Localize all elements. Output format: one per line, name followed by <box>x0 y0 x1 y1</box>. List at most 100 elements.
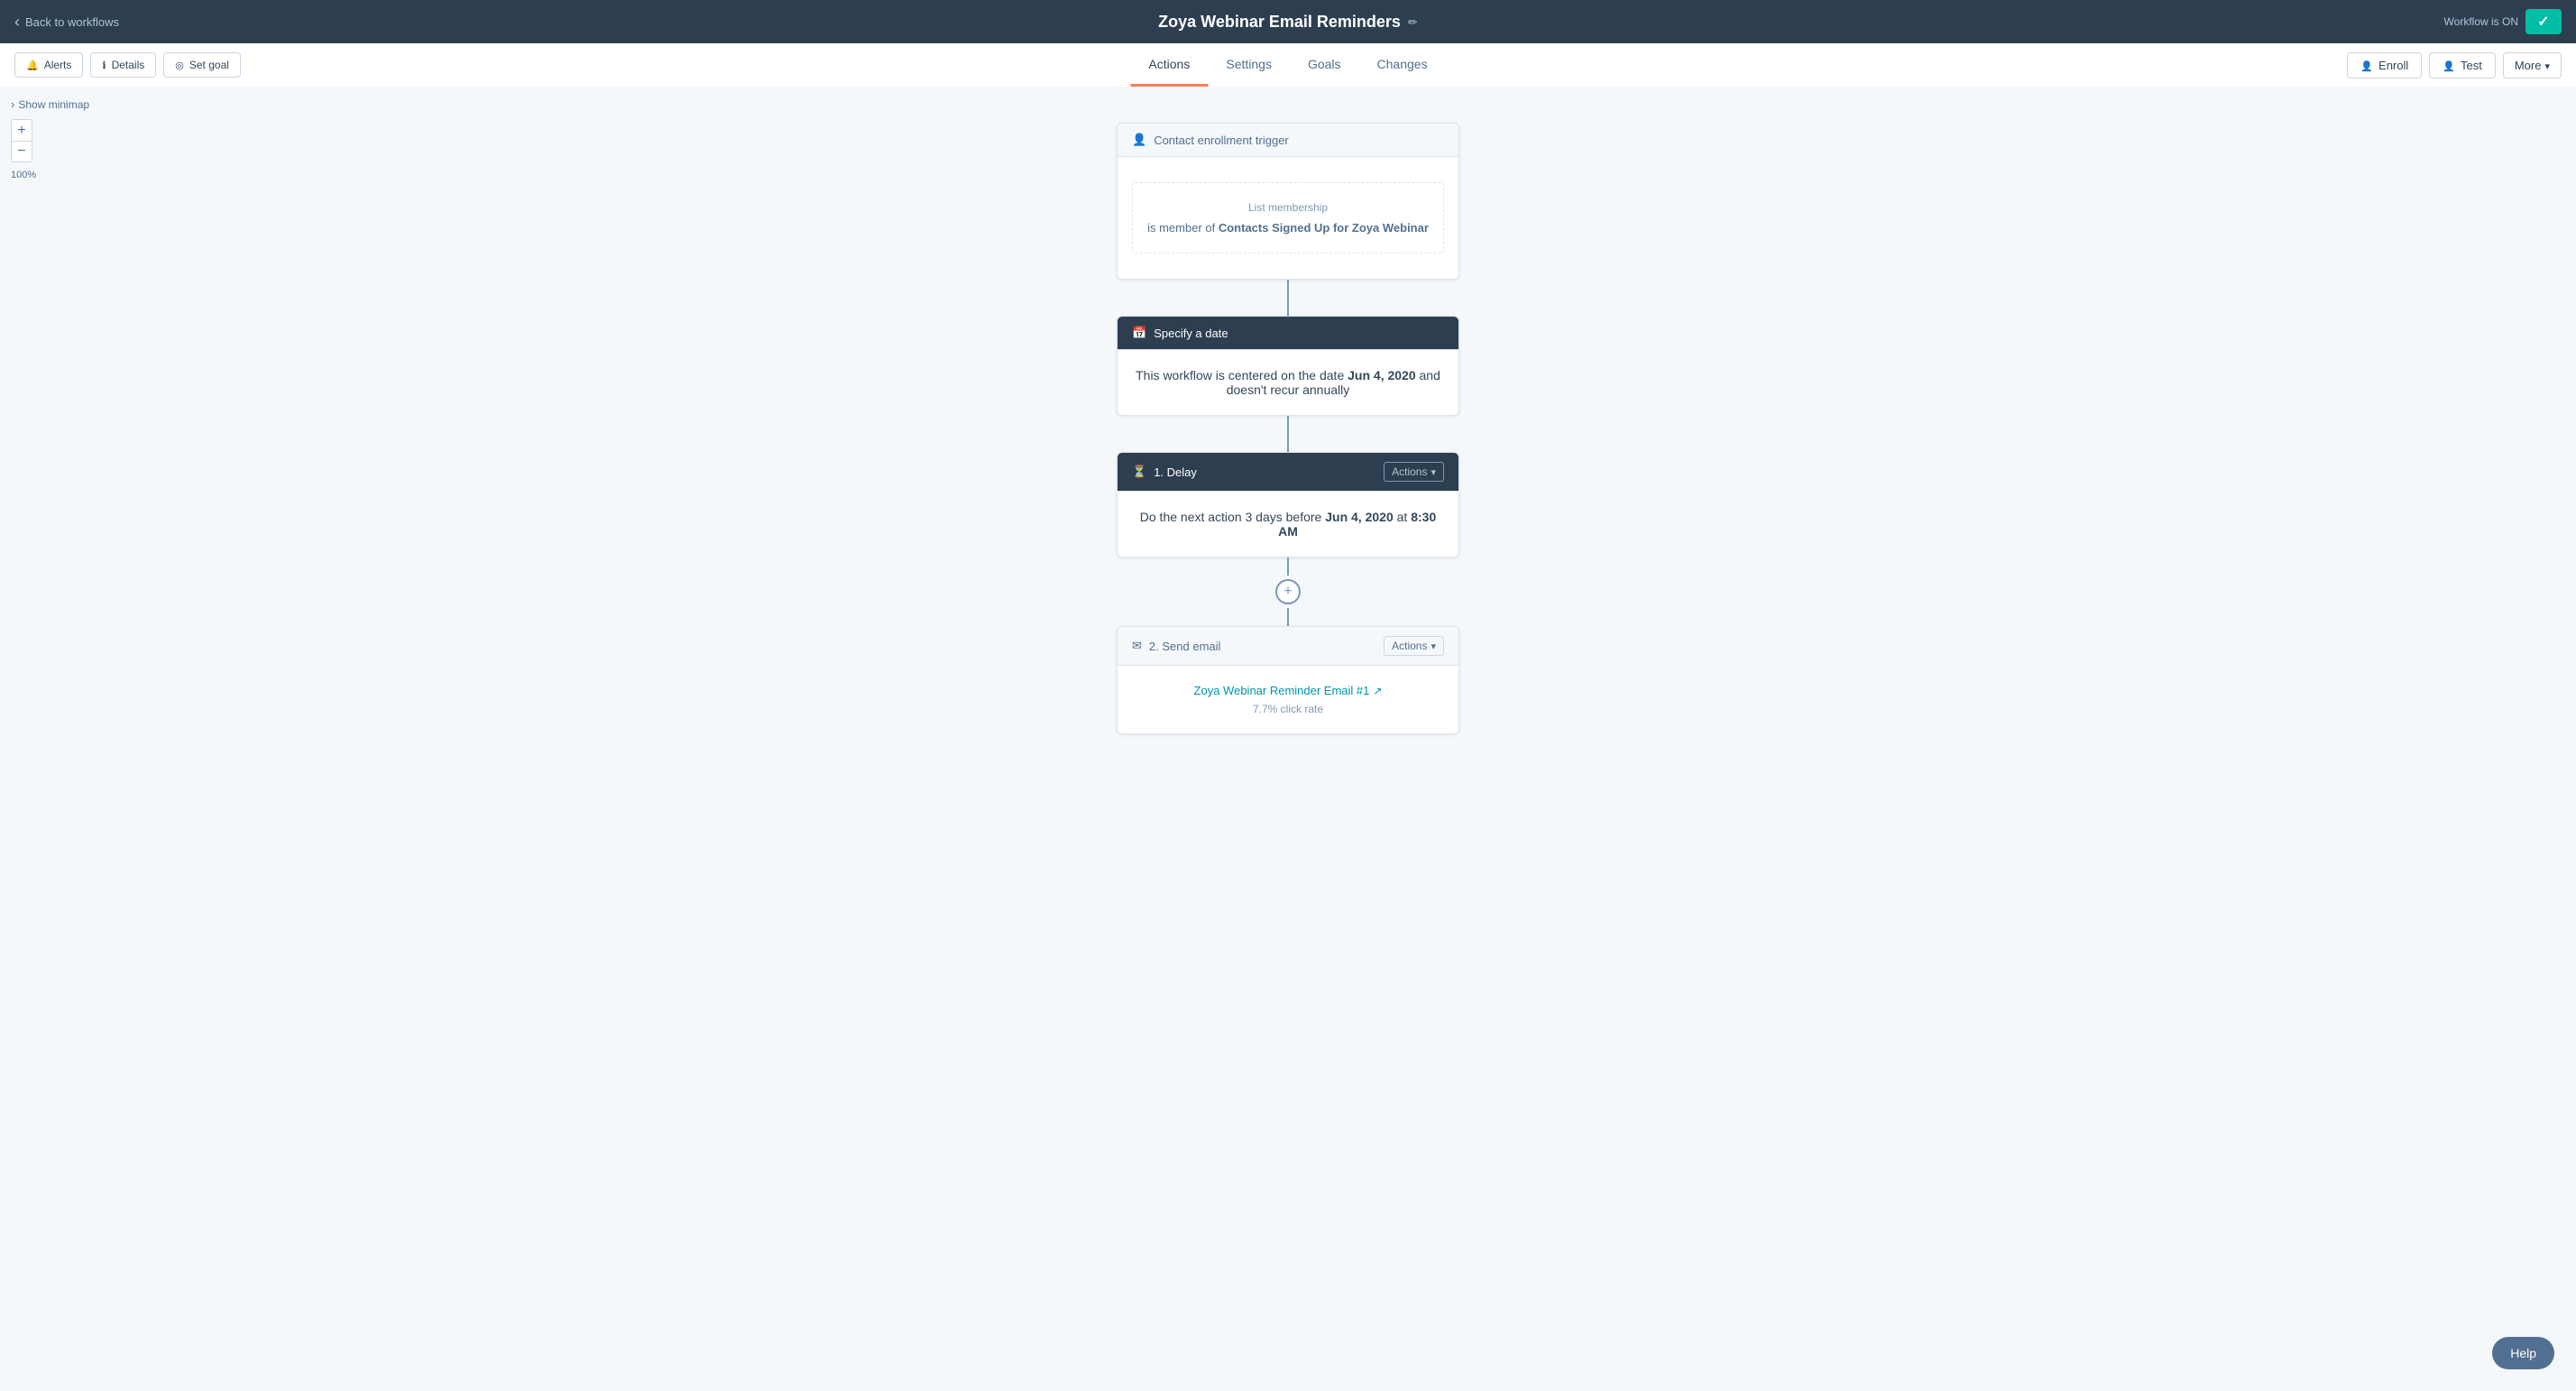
click-rate: 7.7% click rate <box>1132 703 1444 715</box>
email-link[interactable]: Zoya Webinar Reminder Email #1 <box>1132 684 1444 697</box>
sub-nav: Alerts Details Set goal Actions Settings… <box>0 43 2576 87</box>
enrollment-trigger-header: Contact enrollment trigger <box>1118 124 1458 157</box>
delay-date-bold: Jun 4, 2020 <box>1325 510 1394 524</box>
sub-nav-right: Enroll Test More <box>2347 43 2562 87</box>
sub-nav-left: Alerts Details Set goal <box>14 43 241 87</box>
delay-header-left: 1. Delay <box>1132 465 1197 479</box>
specify-date-body: This workflow is centered on the date Ju… <box>1118 350 1458 415</box>
tab-settings-label: Settings <box>1226 57 1272 71</box>
zoom-out-label: − <box>17 144 25 159</box>
tab-changes[interactable]: Changes <box>1359 43 1446 87</box>
person-test-icon <box>2443 59 2455 72</box>
chevron-left-icon <box>14 13 20 32</box>
details-button[interactable]: Details <box>90 52 156 78</box>
test-button[interactable]: Test <box>2429 52 2496 78</box>
workflow-status-label: Workflow is ON <box>2444 15 2518 28</box>
list-membership-label: List membership <box>1147 201 1429 214</box>
workflow-canvas: Contact enrollment trigger List membersh… <box>0 87 2576 1391</box>
set-goal-button[interactable]: Set goal <box>163 52 241 78</box>
send-email-card[interactable]: 2. Send email Actions Zoya Webinar Remin… <box>1117 626 1459 734</box>
connector-3a <box>1287 557 1289 576</box>
zoom-in-label: + <box>17 124 25 138</box>
canvas-area[interactable]: Show minimap + − 100% Contact enrollment… <box>0 87 2576 1391</box>
bell-icon <box>26 59 39 71</box>
connector-3b <box>1287 608 1289 626</box>
top-right-controls: Workflow is ON <box>2444 9 2562 34</box>
send-email-header: 2. Send email Actions <box>1118 627 1458 666</box>
help-button[interactable]: Help <box>2492 1337 2554 1369</box>
list-membership-box: List membership is member of Contacts Si… <box>1132 182 1444 253</box>
delay-time-text: at <box>1397 510 1408 524</box>
workflow-toggle-button[interactable] <box>2525 9 2562 34</box>
tab-goals-label: Goals <box>1308 57 1341 71</box>
connector-plus: + <box>1275 557 1301 626</box>
envelope-icon <box>1132 639 1142 653</box>
send-email-label: 2. Send email <box>1149 640 1221 653</box>
delay-body: Do the next action 3 days before Jun 4, … <box>1118 492 1458 557</box>
zoom-in-button[interactable]: + <box>11 119 32 141</box>
delay-label: 1. Delay <box>1154 465 1197 479</box>
zoom-level: 100% <box>11 170 36 180</box>
enroll-label: Enroll <box>2378 59 2408 72</box>
zoom-controls: + − <box>11 119 32 162</box>
workflow-title: Zoya Webinar Email Reminders <box>1158 13 1401 32</box>
delay-actions-button[interactable]: Actions <box>1384 462 1444 482</box>
email-link-text: Zoya Webinar Reminder Email #1 <box>1194 684 1370 697</box>
back-to-workflows-link[interactable]: Back to workflows <box>14 13 119 32</box>
person-enroll-icon <box>2360 59 2373 72</box>
edit-title-icon[interactable] <box>1408 14 1418 30</box>
add-step-button[interactable]: + <box>1275 579 1301 604</box>
more-label: More <box>2515 59 2542 72</box>
minimap-label: Show minimap <box>18 98 89 111</box>
help-label: Help <box>2510 1346 2536 1360</box>
chevron-down-icon <box>2544 59 2550 72</box>
test-label: Test <box>2461 59 2482 72</box>
check-icon <box>2537 13 2549 31</box>
alerts-label: Alerts <box>44 59 72 71</box>
minimap-toggle[interactable]: Show minimap <box>11 97 89 111</box>
list-membership-text: is member of Contacts Signed Up for Zoya… <box>1147 221 1429 235</box>
more-button[interactable]: More <box>2503 52 2562 78</box>
set-goal-label: Set goal <box>189 59 229 71</box>
hourglass-icon <box>1132 465 1146 479</box>
delay-header: 1. Delay Actions <box>1118 453 1458 492</box>
tab-actions-label: Actions <box>1148 57 1190 71</box>
details-label: Details <box>112 59 145 71</box>
top-nav-bar: Back to workflows Zoya Webinar Email Rem… <box>0 0 2576 43</box>
tab-goals[interactable]: Goals <box>1290 43 1359 87</box>
specify-date-label: Specify a date <box>1154 327 1228 340</box>
send-email-header-left: 2. Send email <box>1132 639 1220 653</box>
specify-date-card[interactable]: Specify a date This workflow is centered… <box>1117 316 1459 416</box>
person-icon <box>1132 133 1146 147</box>
calendar-icon <box>1132 326 1146 340</box>
list-membership-text-before: is member of <box>1147 221 1215 235</box>
zoom-out-button[interactable]: − <box>11 141 32 162</box>
email-actions-button[interactable]: Actions <box>1384 636 1444 656</box>
delay-chevron-icon <box>1431 465 1436 478</box>
tab-settings[interactable]: Settings <box>1208 43 1290 87</box>
specify-date-header: Specify a date <box>1118 317 1458 350</box>
target-icon <box>175 59 184 71</box>
enrollment-trigger-card[interactable]: Contact enrollment trigger List membersh… <box>1117 123 1459 280</box>
chevron-right-icon <box>11 97 14 111</box>
enrollment-trigger-label: Contact enrollment trigger <box>1154 134 1289 147</box>
send-email-body: Zoya Webinar Reminder Email #1 7.7% clic… <box>1118 666 1458 733</box>
external-link-icon <box>1373 684 1382 697</box>
list-membership-bold: Contacts Signed Up for Zoya Webinar <box>1219 221 1429 235</box>
enroll-button[interactable]: Enroll <box>2347 52 2422 78</box>
delay-actions-label: Actions <box>1392 465 1427 478</box>
enrollment-trigger-body: List membership is member of Contacts Si… <box>1118 157 1458 279</box>
specify-date-text-before: This workflow is centered on the date <box>1136 368 1344 382</box>
sub-nav-tabs: Actions Settings Goals Changes <box>1130 43 1445 87</box>
email-actions-label: Actions <box>1392 640 1427 652</box>
delay-card[interactable]: 1. Delay Actions Do the next action 3 da… <box>1117 452 1459 557</box>
workflow-title-area: Zoya Webinar Email Reminders <box>1158 13 1418 32</box>
alerts-button[interactable]: Alerts <box>14 52 83 78</box>
connector-1 <box>1287 280 1289 316</box>
back-label: Back to workflows <box>25 15 119 29</box>
tab-changes-label: Changes <box>1377 57 1428 71</box>
tab-actions[interactable]: Actions <box>1130 43 1208 87</box>
email-chevron-icon <box>1431 640 1436 652</box>
info-icon <box>102 59 106 71</box>
delay-text-before: Do the next action 3 days before <box>1140 510 1322 524</box>
